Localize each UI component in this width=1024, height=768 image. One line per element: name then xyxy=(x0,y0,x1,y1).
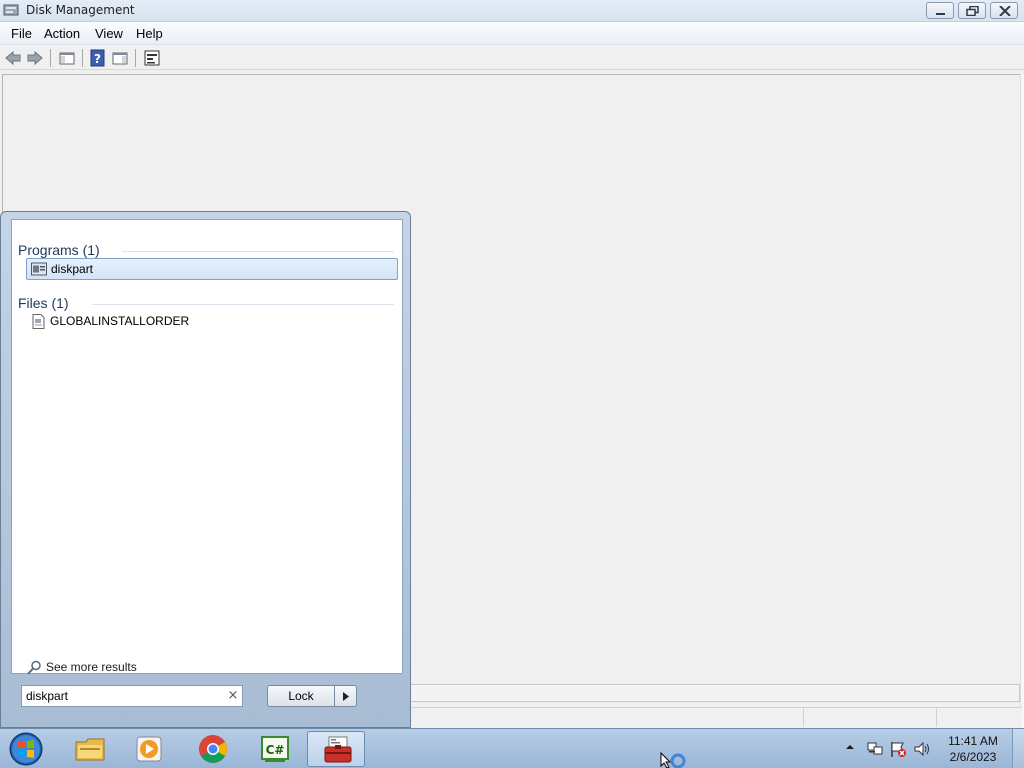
taskbar-csharp-ide[interactable]: C# xyxy=(245,731,303,767)
status-bar-cell xyxy=(803,707,804,727)
action-center-flag-icon[interactable] xyxy=(889,740,907,758)
status-bar-cell xyxy=(936,707,937,727)
toolbox-icon xyxy=(324,736,352,763)
toolbar-separator xyxy=(135,49,136,67)
forward-arrow-icon[interactable] xyxy=(26,49,44,67)
close-icon xyxy=(999,6,1011,16)
show-desktop-button[interactable] xyxy=(1012,729,1024,768)
horizontal-scrollbar[interactable] xyxy=(410,684,1020,702)
start-menu: Programs (1) diskpart Files (1) GLOBALIN… xyxy=(0,211,411,728)
menu-help[interactable]: Help xyxy=(135,25,164,42)
start-search-box[interactable]: × xyxy=(21,685,243,707)
result-item-globalinstallorder[interactable]: GLOBALINSTALLORDER xyxy=(26,311,398,333)
taskbar-disk-management[interactable] xyxy=(307,731,365,767)
menu-view[interactable]: View xyxy=(94,25,124,42)
window-title-bar[interactable]: Disk Management xyxy=(0,0,1024,22)
taskbar-chrome[interactable] xyxy=(183,731,241,767)
search-results-panel: Programs (1) diskpart Files (1) GLOBALIN… xyxy=(11,219,403,675)
vertical-scrollbar[interactable] xyxy=(1020,74,1024,728)
chrome-icon xyxy=(199,735,227,763)
status-bar xyxy=(410,707,1022,727)
programs-section-header: Programs (1) xyxy=(18,242,100,258)
result-item-label: GLOBALINSTALLORDER xyxy=(50,314,190,328)
lock-button[interactable]: Lock xyxy=(267,685,335,707)
svg-text:C#: C# xyxy=(266,743,285,757)
toolbar-separator xyxy=(50,49,51,67)
clock-time: 11:41 AM xyxy=(948,734,998,748)
menu-action[interactable]: Action xyxy=(43,25,81,42)
mouse-cursor-icon xyxy=(660,752,686,768)
see-more-label: See more results xyxy=(46,660,137,674)
start-menu-footer: × Lock xyxy=(1,674,410,728)
close-button[interactable] xyxy=(990,2,1018,19)
section-divider xyxy=(122,251,394,252)
file-explorer-icon xyxy=(75,738,105,761)
start-orb-icon[interactable] xyxy=(7,731,45,767)
chevron-right-icon xyxy=(343,692,349,701)
result-item-diskpart[interactable]: diskpart xyxy=(26,258,398,280)
clock-date: 2/6/2023 xyxy=(949,750,997,764)
program-icon xyxy=(31,262,47,276)
minimize-button[interactable] xyxy=(926,2,954,19)
taskbar-media-player[interactable] xyxy=(120,731,178,767)
menu-bar: File Action View Help xyxy=(0,22,1024,44)
taskbar: C# 11:41 AM 2/6/2023 xyxy=(0,728,1024,768)
properties-icon[interactable] xyxy=(143,49,161,67)
system-clock[interactable]: 11:41 AM 2/6/2023 xyxy=(940,733,1006,765)
search-icon xyxy=(27,660,41,675)
disk-management-icon xyxy=(3,4,19,16)
show-hide-console-tree-icon[interactable] xyxy=(58,49,76,67)
csharp-ide-icon: C# xyxy=(261,736,289,762)
window-title: Disk Management xyxy=(26,3,135,17)
menu-file[interactable]: File xyxy=(10,25,33,42)
files-section-header: Files (1) xyxy=(18,295,69,311)
show-hide-action-pane-icon[interactable] xyxy=(111,49,129,67)
minimize-icon xyxy=(936,13,945,15)
result-item-label: diskpart xyxy=(51,262,94,276)
toolbar: ? xyxy=(0,44,1024,70)
power-options-button[interactable] xyxy=(334,685,357,707)
toolbar-separator xyxy=(82,49,83,67)
volume-icon[interactable] xyxy=(913,740,931,758)
section-divider xyxy=(92,304,394,305)
search-input[interactable] xyxy=(26,688,216,704)
help-icon[interactable]: ? xyxy=(89,49,107,67)
svg-text:?: ? xyxy=(94,52,101,66)
back-arrow-icon[interactable] xyxy=(4,49,22,67)
show-hidden-icons-icon[interactable] xyxy=(845,743,855,751)
clear-search-icon[interactable]: × xyxy=(226,688,240,704)
media-player-icon xyxy=(136,736,162,762)
restore-button[interactable] xyxy=(958,2,986,19)
taskbar-explorer[interactable] xyxy=(60,731,118,767)
file-icon xyxy=(32,314,45,329)
network-icon[interactable] xyxy=(866,740,884,758)
restore-icon xyxy=(966,6,979,16)
